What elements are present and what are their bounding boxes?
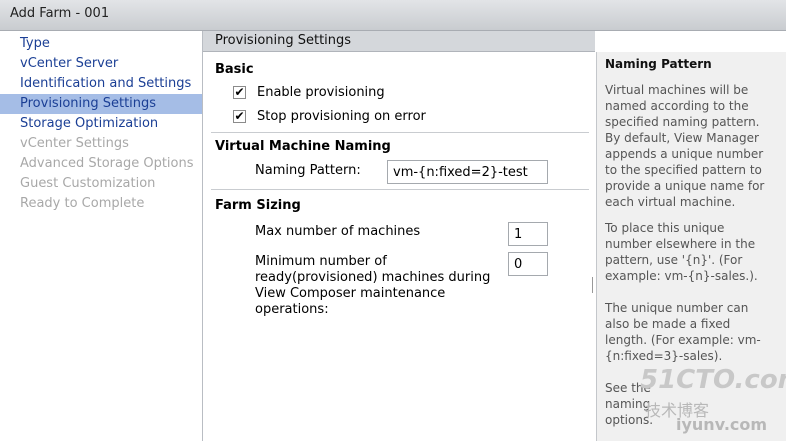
nav-item-vcenter-server[interactable]: vCenter Server <box>0 54 202 74</box>
nav-item-guest-customization: Guest Customization <box>20 176 156 191</box>
watermark-logo: 51CTO.com <box>640 365 786 395</box>
window-title: Add Farm - 001 <box>10 6 110 21</box>
window-title-bar: Add Farm - 001 <box>0 0 786 31</box>
naming-group-title: Virtual Machine Naming <box>215 139 391 154</box>
enable-provisioning-checkbox[interactable]: ✔ <box>233 86 246 99</box>
stop-on-error-checkbox[interactable]: ✔ <box>233 110 246 123</box>
basic-group-title: Basic <box>215 62 254 77</box>
nav-item-identification[interactable]: Identification and Settings <box>0 74 202 94</box>
nav-item-storage-optimization[interactable]: Storage Optimization <box>0 114 202 134</box>
divider <box>211 132 589 133</box>
min-machines-label: Minimum number of ready(provisioned) mac… <box>255 254 491 317</box>
watermark-site: iyunv.com <box>676 415 768 434</box>
wizard-nav: Type vCenter Server Identification and S… <box>0 31 203 441</box>
nav-item-advanced-storage: Advanced Storage Options <box>20 156 194 171</box>
help-paragraph-2: To place this unique number elsewhere in … <box>605 221 758 283</box>
divider <box>211 189 589 190</box>
help-title: Naming Pattern <box>605 57 712 71</box>
max-machines-label: Max number of machines <box>255 224 421 239</box>
naming-pattern-label: Naming Pattern: <box>255 163 361 178</box>
enable-provisioning-label: Enable provisioning <box>257 85 385 100</box>
nav-item-type[interactable]: Type <box>0 34 202 54</box>
naming-pattern-input[interactable] <box>387 160 548 184</box>
nav-item-vcenter-settings: vCenter Settings <box>20 136 129 151</box>
settings-panel: Basic ✔ Enable provisioning ✔ Stop provi… <box>203 52 595 441</box>
stop-on-error-label: Stop provisioning on error <box>257 109 426 124</box>
help-paragraph-3: The unique number can also be made a fixe… <box>605 301 761 363</box>
section-header: Provisioning Settings <box>203 31 595 52</box>
section-title: Provisioning Settings <box>215 33 352 48</box>
nav-item-provisioning-settings[interactable]: Provisioning Settings <box>0 94 202 114</box>
nav-item-ready-to-complete: Ready to Complete <box>20 196 145 211</box>
farm-sizing-group-title: Farm Sizing <box>215 198 301 213</box>
min-machines-input[interactable] <box>508 252 548 276</box>
max-machines-input[interactable] <box>508 222 548 246</box>
help-paragraph-1: Virtual machines will be named according … <box>605 83 765 209</box>
